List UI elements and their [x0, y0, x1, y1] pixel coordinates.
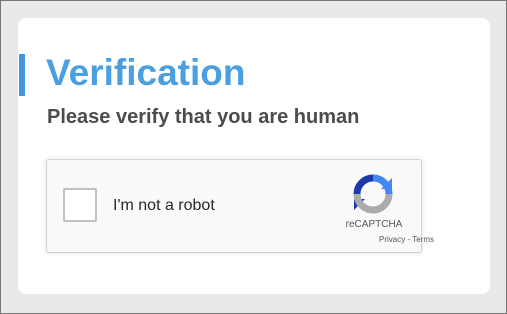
recaptcha-checkbox[interactable] — [63, 188, 97, 222]
page-subtitle: Please verify that you are human — [47, 106, 360, 128]
privacy-link[interactable]: Privacy — [379, 235, 405, 244]
recaptcha-logo-icon — [351, 172, 395, 216]
links-separator: - — [407, 235, 411, 244]
recaptcha-checkbox-label: I'm not a robot — [113, 197, 215, 214]
recaptcha-widget: I'm not a robot reCAPTCHA Privacy - Term… — [46, 159, 434, 253]
recaptcha-links: Privacy - Terms — [379, 235, 434, 245]
recaptcha-brand-label: reCAPTCHA — [345, 219, 403, 230]
terms-link[interactable]: Terms — [412, 235, 434, 244]
title-accent-bar — [19, 54, 25, 96]
page-title: Verification — [46, 52, 246, 93]
verification-card: Verification Please verify that you are … — [18, 18, 490, 294]
